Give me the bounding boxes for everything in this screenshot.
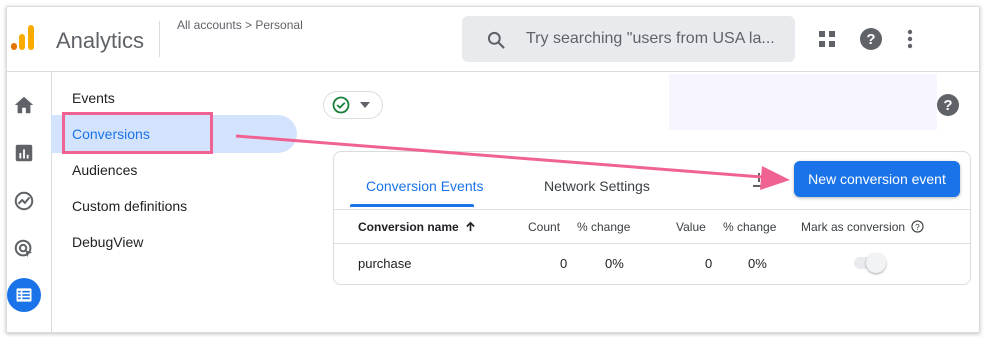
column-header-value[interactable]: Value [676,220,706,234]
analytics-logo[interactable] [11,25,35,51]
search-bar[interactable]: Try searching "users from USA la... [462,16,795,62]
column-header-mark-as-conversion: Mark as conversion ? [801,220,925,234]
toggle-thumb [866,253,886,273]
column-header-conversion-name[interactable]: Conversion name [358,220,476,234]
check-circle-icon [332,96,350,114]
conversions-card: Conversion Events Network Settings New c… [333,151,971,285]
apps-grid-icon[interactable] [815,27,839,51]
column-header-value-change[interactable]: % change [723,220,776,234]
search-input[interactable]: Try searching "users from USA la... [526,30,788,48]
active-tab-indicator [350,204,474,207]
download-icon[interactable] [752,172,766,188]
svg-text:?: ? [866,31,875,48]
cell-conversion-name[interactable]: purchase [358,256,411,271]
more-vert-icon[interactable] [898,27,922,51]
left-rail [7,72,52,332]
tabs-divider [334,209,970,210]
app-window: Analytics All accounts > Personal Try se… [6,6,980,333]
configure-icon [16,288,32,302]
banner-placeholder [669,74,937,130]
tab-network-settings[interactable]: Network Settings [544,178,650,194]
help-outline-icon[interactable]: ? [911,220,925,233]
nav-item-custom-definitions[interactable]: Custom definitions [72,198,187,214]
configure-button[interactable] [7,278,41,312]
app-title: Analytics [56,28,145,53]
column-header-count-change[interactable]: % change [577,220,630,234]
explore-icon[interactable] [13,190,35,212]
new-conversion-event-button[interactable]: New conversion event [794,161,960,197]
cell-count-change: 0% [605,256,624,271]
annotation-highlight-box [62,112,213,154]
advertising-icon[interactable] [13,238,35,260]
top-bar: Analytics All accounts > Personal Try se… [7,7,979,72]
nav-item-audiences[interactable]: Audiences [72,162,137,178]
header-divider [159,21,160,57]
tab-conversion-events[interactable]: Conversion Events [366,178,484,194]
svg-text:?: ? [916,222,921,232]
column-header-label: Mark as conversion [801,220,906,234]
search-icon [487,31,505,49]
sort-arrow-up-icon [466,221,475,232]
help-icon[interactable]: ? [859,27,883,51]
home-icon[interactable] [13,94,35,116]
data-status-dropdown[interactable] [323,91,383,119]
reports-icon[interactable] [13,142,35,164]
arrow-drop-down-icon [360,102,370,108]
breadcrumb[interactable]: All accounts > Personal [177,18,303,32]
svg-text:?: ? [943,97,952,114]
help-icon[interactable]: ? [936,93,960,117]
column-header-count[interactable]: Count [528,220,560,234]
cell-count: 0 [560,256,568,271]
nav-item-debugview[interactable]: DebugView [72,234,143,250]
header-divider [334,243,970,244]
cell-value-change: 0% [748,256,767,271]
column-header-label: Conversion name [358,220,459,234]
cell-value: 0 [705,256,713,271]
nav-item-events[interactable]: Events [72,90,115,106]
